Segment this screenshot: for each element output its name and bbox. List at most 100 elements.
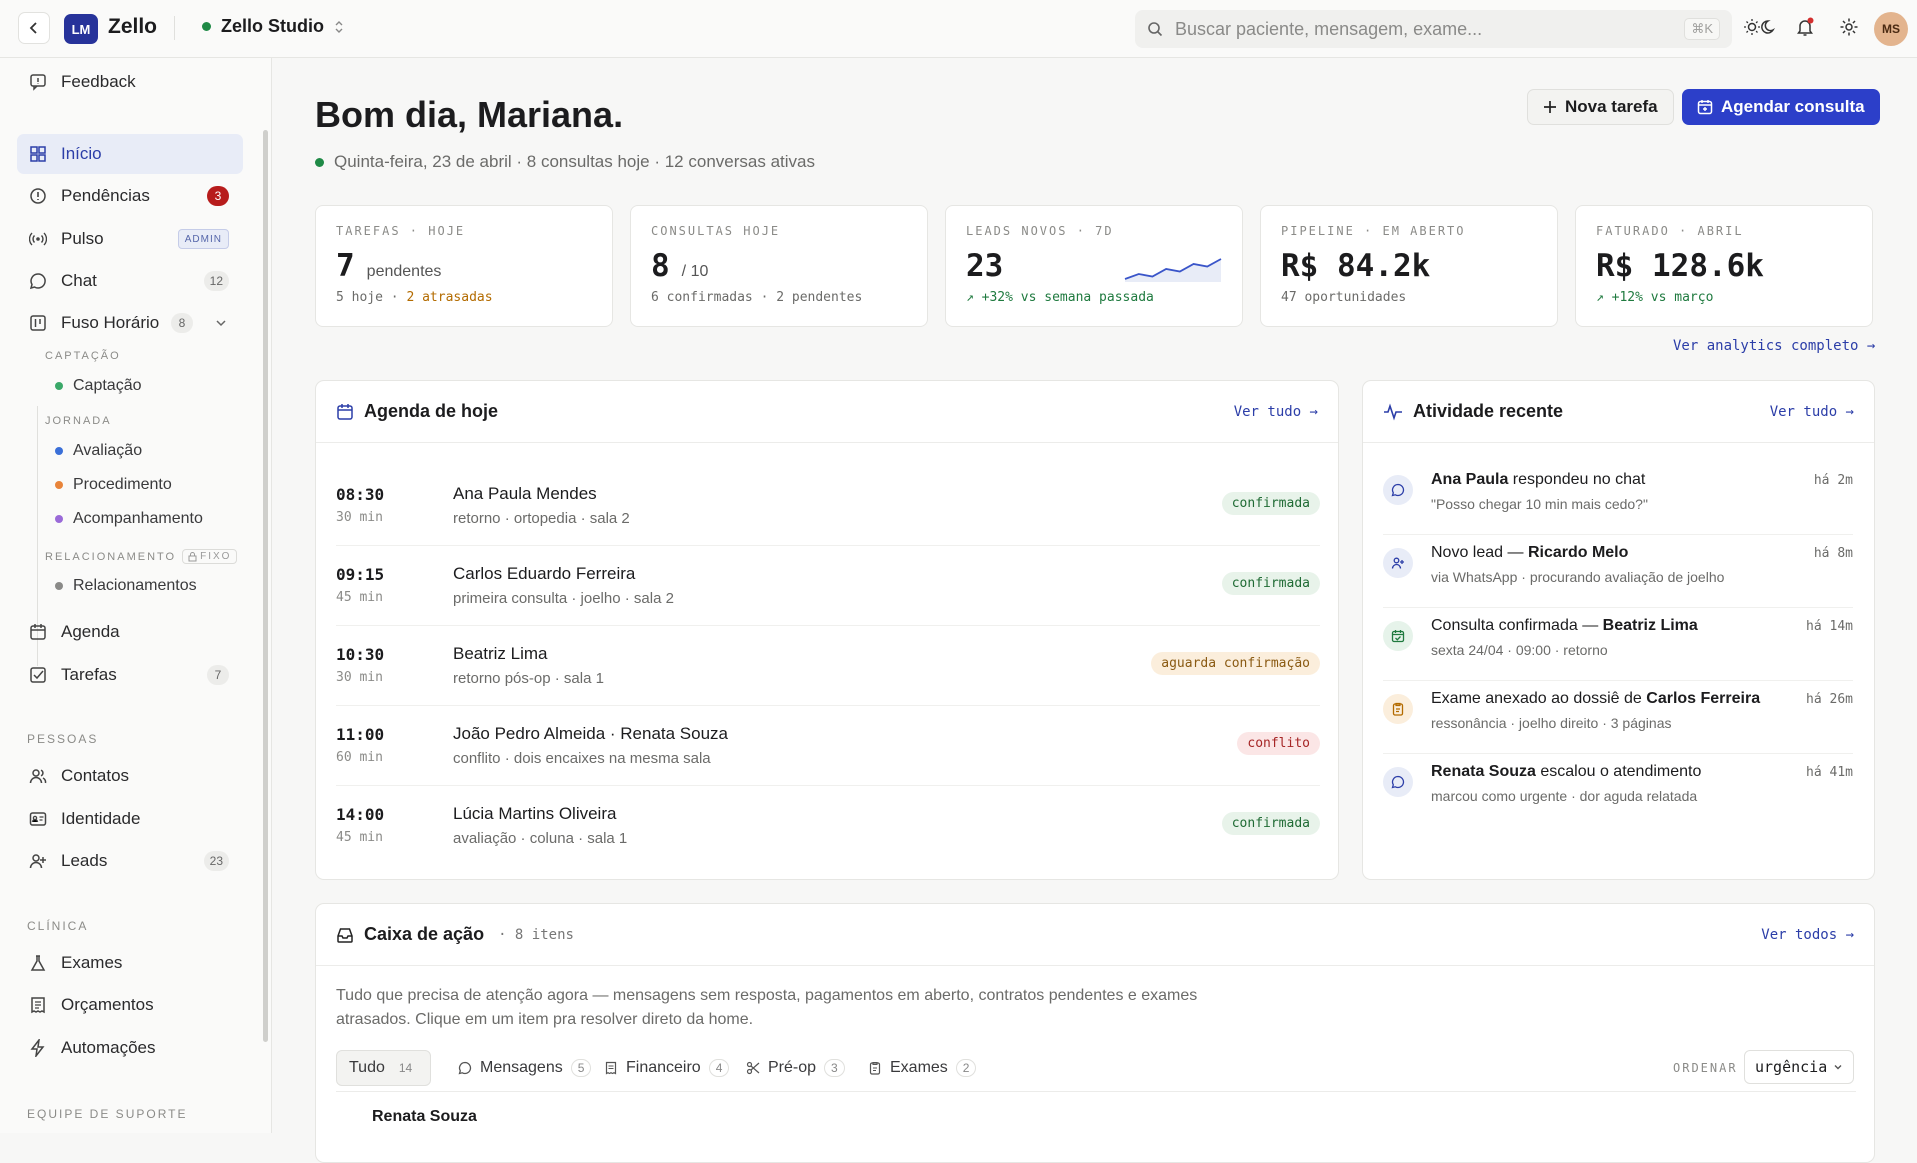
- sidebar-item-agenda[interactable]: Agenda: [17, 612, 243, 652]
- sidebar-item-feedback[interactable]: Feedback: [17, 62, 243, 102]
- kpi-card-faturado[interactable]: FATURADO · ABRIL R$ 128.6k ↗ +12% vs mar…: [1575, 205, 1873, 327]
- tab-count: 5: [570, 1059, 592, 1077]
- search-input[interactable]: [1175, 18, 1673, 40]
- tab-pre-op[interactable]: Pré-op 3: [734, 1050, 857, 1086]
- group-label-jornada: JORNADA: [45, 415, 112, 427]
- kpi-card-pipeline[interactable]: PIPELINE · EM ABERTO R$ 84.2k 47 oportun…: [1260, 205, 1558, 327]
- sidebar-item-automacoes[interactable]: Automações: [17, 1028, 243, 1068]
- agenda-see-all-link[interactable]: Ver tudo →: [1234, 404, 1318, 420]
- sidebar-item-label: Orçamentos: [61, 995, 154, 1014]
- back-button[interactable]: [18, 12, 50, 44]
- sidebar-item-label: Captação: [73, 377, 142, 394]
- sidebar-item-exames[interactable]: Exames: [17, 943, 243, 983]
- tab-mensagens[interactable]: Mensagens 5: [446, 1050, 603, 1086]
- sort-select[interactable]: urgência: [1744, 1050, 1855, 1084]
- sidebar-item-pendencias[interactable]: Pendências 3: [17, 176, 243, 216]
- group-label-captacao: CAPTAÇÃO: [45, 350, 121, 362]
- tab-tudo[interactable]: Tudo 14: [336, 1050, 432, 1086]
- activity-time: há 2m: [1813, 473, 1853, 488]
- plus-icon: [1544, 101, 1556, 113]
- chat-badge: 12: [203, 271, 229, 291]
- activity-subject: Renata Souza: [1431, 763, 1536, 780]
- calendar-icon: [30, 624, 46, 640]
- sidebar-item-label: Contatos: [61, 766, 130, 785]
- workspace-name: Zello Studio: [221, 16, 324, 36]
- sidebar-item-label: Fuso Horário: [61, 313, 160, 332]
- appointment-detail: conflito · dois encaixes na mesma sala: [453, 750, 711, 767]
- activity-item[interactable]: Novo lead — Ricardo Melo via WhatsApp · …: [1383, 536, 1853, 608]
- settings-button[interactable]: [1839, 17, 1859, 42]
- tab-label: Financeiro: [626, 1059, 701, 1076]
- analytics-link[interactable]: Ver analytics completo →: [1673, 338, 1875, 354]
- agenda-row[interactable]: 09:15 45 min Carlos Eduardo Ferreira pri…: [336, 546, 1320, 626]
- kpi-number: 8: [651, 248, 670, 284]
- schedule-appointment-button[interactable]: Agendar consulta: [1682, 89, 1880, 125]
- sidebar-item-inicio[interactable]: Início: [17, 134, 243, 174]
- kpi-value: 7 pendentes: [336, 248, 592, 284]
- agenda-row[interactable]: 14:00 45 min Lúcia Martins Oliveira aval…: [336, 786, 1320, 866]
- tab-label: Exames: [890, 1059, 948, 1076]
- sidebar-item-pulso[interactable]: Pulso ADMIN: [17, 219, 243, 259]
- radio-icon: [29, 232, 47, 246]
- sidebar-item-label: Chat: [61, 271, 97, 290]
- sidebar-item-orcamentos[interactable]: Orçamentos: [17, 985, 243, 1025]
- sidebar-item-identidade[interactable]: Identidade: [17, 799, 243, 839]
- agenda-row[interactable]: 11:00 60 min João Pedro Almeida · Renata…: [336, 706, 1320, 786]
- clipboard-icon: [869, 1061, 881, 1075]
- agenda-row[interactable]: 08:30 30 min Ana Paula Mendes retorno · …: [336, 466, 1320, 546]
- sidebar-item-relacionamentos[interactable]: Relacionamentos: [55, 577, 197, 595]
- activity-item[interactable]: Consulta confirmada — Beatriz Lima sexta…: [1383, 609, 1853, 681]
- theme-toggle[interactable]: [1744, 17, 1778, 42]
- status-badge: confirmada: [1221, 492, 1320, 515]
- sidebar-item-contatos[interactable]: Contatos: [17, 756, 243, 796]
- kpi-footer-text: +32% vs semana passada: [981, 290, 1154, 305]
- message-square-icon: [30, 74, 46, 91]
- kpi-label: CONSULTAS HOJE: [651, 224, 781, 238]
- sidebar-item-fuso-horario[interactable]: Fuso Horário 8: [17, 303, 243, 343]
- kpi-footer-text: 5 hoje ·: [336, 290, 407, 305]
- sidebar-item-avaliacao[interactable]: Avaliação: [55, 442, 142, 460]
- action-item-name[interactable]: Renata Souza: [372, 1108, 477, 1126]
- activity-detail: ressonância · joelho direito · 3 páginas: [1431, 715, 1672, 731]
- new-task-button[interactable]: Nova tarefa: [1527, 89, 1674, 125]
- tab-label: Tudo: [349, 1059, 385, 1076]
- tab-exames[interactable]: Exames 2: [856, 1050, 988, 1086]
- action-box-card: Caixa de ação · 8 itens Ver todos → Tudo…: [315, 903, 1875, 1163]
- tab-label: Pré-op: [768, 1059, 817, 1076]
- search-bar[interactable]: ⌘K: [1135, 10, 1732, 48]
- notifications-button[interactable]: [1795, 17, 1815, 42]
- kpi-footer: ↗ +12% vs março: [1596, 290, 1714, 305]
- action-box-see-all-link[interactable]: Ver todos →: [1761, 927, 1854, 943]
- kpi-card-consultas[interactable]: CONSULTAS HOJE 8 / 10 6 confirmadas · 2 p…: [630, 205, 928, 327]
- agenda-row[interactable]: 10:30 30 min Beatriz Lima retorno pós-op…: [336, 626, 1320, 706]
- activity-see-all-link[interactable]: Ver tudo →: [1770, 404, 1854, 420]
- app-name: Zello: [108, 15, 158, 38]
- tab-financeiro[interactable]: Financeiro 4: [592, 1050, 741, 1086]
- appointment-detail: retorno pós-op · sala 1: [453, 670, 604, 687]
- user-avatar[interactable]: MS: [1874, 12, 1908, 46]
- sidebar-item-captacao[interactable]: Captação: [55, 377, 142, 395]
- sidebar-item-leads[interactable]: Leads 23: [17, 841, 243, 881]
- kpi-label: LEADS NOVOS · 7D: [966, 224, 1114, 238]
- activity-item[interactable]: Exame anexado ao dossiê de Carlos Ferrei…: [1383, 682, 1853, 754]
- workspace-switcher[interactable]: Zello Studio: [202, 16, 344, 37]
- activity-title: Renata Souza escalou o atendimento: [1431, 763, 1701, 781]
- sidebar-item-tarefas[interactable]: Tarefas 7: [17, 655, 243, 695]
- appointment-detail: retorno · ortopedia · sala 2: [453, 510, 630, 527]
- sidebar-item-acompanhamento[interactable]: Acompanhamento: [55, 510, 203, 528]
- main-content: Bom dia, Mariana. Quinta-feira, 23 de ab…: [273, 58, 1917, 1163]
- calendar-icon: [337, 403, 353, 420]
- sidebar-item-chat[interactable]: Chat 12: [17, 261, 243, 301]
- kpi-number: 23: [966, 248, 1004, 284]
- sidebar-item-procedimento[interactable]: Procedimento: [55, 476, 172, 494]
- sidebar-scrollbar[interactable]: [263, 130, 268, 1042]
- patient-name: Lúcia Martins Oliveira: [453, 804, 617, 823]
- activity-title: Consulta confirmada — Beatriz Lima: [1431, 617, 1698, 635]
- kpi-card-tarefas[interactable]: TAREFAS · HOJE 7 pendentes 5 hoje · 2 atr…: [315, 205, 613, 327]
- activity-item[interactable]: Renata Souza escalou o atendimento marco…: [1383, 755, 1853, 827]
- appointment-time: 09:15: [336, 565, 385, 584]
- appointment-time: 11:00: [336, 725, 385, 744]
- page-title: Bom dia, Mariana.: [315, 94, 624, 135]
- activity-item[interactable]: Ana Paula respondeu no chat "Posso chega…: [1383, 463, 1853, 535]
- kpi-card-leads[interactable]: LEADS NOVOS · 7D 23 ↗ +32% vs semana pas…: [945, 205, 1243, 327]
